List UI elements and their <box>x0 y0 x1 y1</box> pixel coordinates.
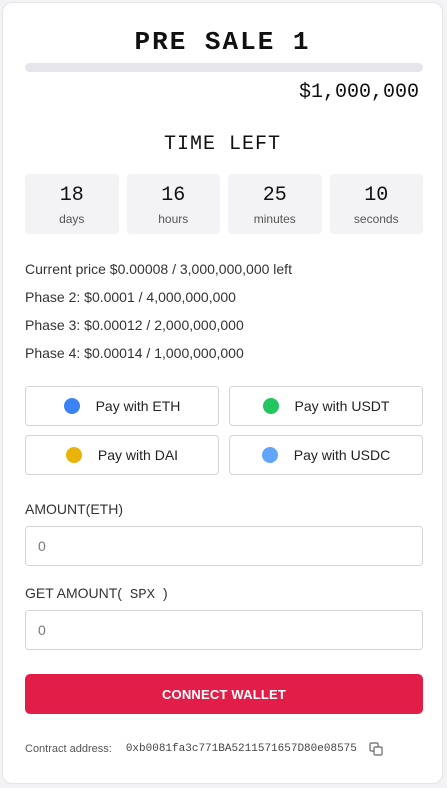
payment-options: Pay with ETH Pay with USDT Pay with DAI … <box>25 386 423 475</box>
usdc-dot-icon <box>261 447 278 463</box>
timer-days: 18 days <box>25 174 119 234</box>
presale-card: PRE SALE 1 $1,000,000 TIME LEFT 18 days … <box>2 2 443 784</box>
contract-address-value: 0xb0081fa3c771BA5211571657D80e08575 <box>125 743 357 755</box>
connect-wallet-button[interactable]: CONNECT WALLET <box>25 674 423 714</box>
usdt-dot-icon <box>262 398 279 414</box>
time-left-heading: TIME LEFT <box>163 133 282 156</box>
timer-hours-label: hours <box>158 211 189 226</box>
amount-label: AMOUNT(ETH) <box>25 501 123 517</box>
phase-2-price: Phase 2: $0.0001 / 4,000,000,000 <box>25 289 236 305</box>
pay-usdc-label: Pay with USDC <box>293 447 391 463</box>
pay-eth-button[interactable]: Pay with ETH <box>25 386 219 426</box>
sale-title: PRE SALE 1 <box>134 27 311 57</box>
phase-4-price: Phase 4: $0.00014 / 1,000,000,000 <box>25 345 244 361</box>
pay-usdt-label: Pay with USDT <box>294 398 390 414</box>
contract-address-label: Contract address: <box>25 743 112 755</box>
timer-seconds-value: 10 <box>364 183 389 207</box>
timer-minutes-label: minutes <box>253 211 296 226</box>
eth-dot-icon <box>63 398 80 414</box>
timer-hours-value: 16 <box>161 183 186 207</box>
timer-seconds-label: seconds <box>353 211 399 226</box>
pay-usdt-button[interactable]: Pay with USDT <box>229 386 423 426</box>
pay-eth-label: Pay with ETH <box>95 398 181 414</box>
amount-input[interactable] <box>25 526 423 566</box>
get-amount-label-text: GET AMOUNT( <box>25 585 122 601</box>
pay-dai-button[interactable]: Pay with DAI <box>25 435 219 475</box>
current-price: Current price $0.00008 / 3,000,000,000 l… <box>25 261 292 277</box>
get-amount-input[interactable] <box>25 610 423 650</box>
sale-goal: $1,000,000 <box>298 81 419 104</box>
timer-minutes-value: 25 <box>262 183 287 207</box>
sale-progress-bar <box>25 63 423 72</box>
copy-icon[interactable] <box>369 742 383 756</box>
price-phases: Current price $0.00008 / 3,000,000,000 l… <box>25 260 292 372</box>
pay-dai-label: Pay with DAI <box>97 447 179 463</box>
countdown-timer: 18 days 16 hours 25 minutes 10 seconds <box>25 174 423 234</box>
get-amount-label: GET AMOUNT( SPX ) <box>25 585 168 603</box>
timer-hours: 16 hours <box>126 174 220 234</box>
timer-seconds: 10 seconds <box>329 174 423 234</box>
timer-minutes: 25 minutes <box>228 174 322 234</box>
phase-3-price: Phase 3: $0.00012 / 2,000,000,000 <box>25 317 244 333</box>
timer-days-label: days <box>59 211 85 226</box>
get-amount-token: SPX <box>129 587 156 603</box>
timer-days-value: 18 <box>59 183 84 207</box>
get-amount-label-close: ) <box>162 585 168 601</box>
dai-dot-icon <box>65 447 82 463</box>
contract-address-row: Contract address: 0xb0081fa3c771BA521157… <box>25 742 383 756</box>
pay-usdc-button[interactable]: Pay with USDC <box>229 435 423 475</box>
